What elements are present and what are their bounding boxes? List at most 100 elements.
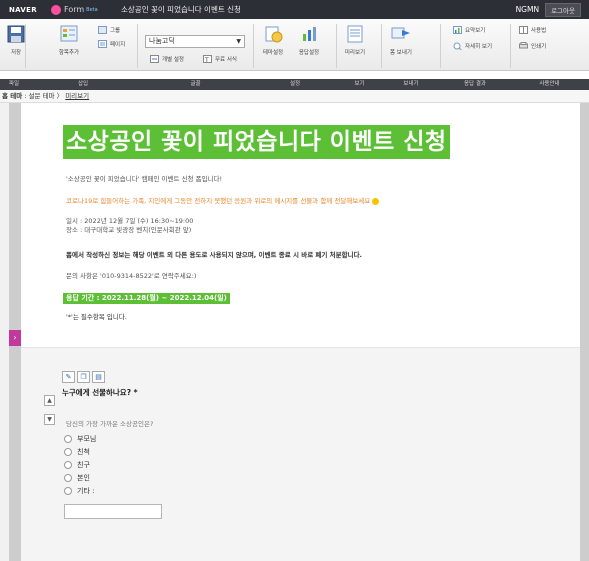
- survey-intro: '소상공인 꽃이 피었습니다' 캠페인 이벤트 신청 폼입니다!: [66, 175, 223, 183]
- group-button[interactable]: 그룹: [98, 26, 120, 34]
- save-icon: [7, 25, 25, 43]
- sun-emoji-icon: [372, 197, 380, 205]
- summary-icon: [453, 26, 462, 34]
- edit-icon[interactable]: ✎: [62, 371, 75, 383]
- ribbon-separator: [510, 24, 511, 68]
- design-settings-button[interactable]: 테마설정: [262, 24, 284, 56]
- ribbon-separator: [137, 24, 138, 68]
- summary-view-button[interactable]: 요약보기: [453, 26, 485, 34]
- group-settings[interactable]: 설정: [253, 79, 337, 90]
- group-file[interactable]: 파일: [0, 79, 28, 90]
- ribbon-separator: [253, 24, 254, 68]
- option-other[interactable]: 기타 :: [64, 486, 94, 496]
- survey-place: 장소 : 대구대학교 빛광장 벤치(인문사회관 앞): [66, 226, 192, 234]
- contact-info: 문의 사항은 '010-9314-8522'로 연락주세요:): [66, 272, 197, 280]
- send-icon: [391, 27, 410, 39]
- summary-view-label: 요약보기: [465, 28, 486, 34]
- print-button[interactable]: 인쇄기: [519, 42, 546, 50]
- move-down-button[interactable]: ▼: [44, 414, 55, 425]
- ribbon-separator: [440, 24, 441, 68]
- required-note: '*'는 필수항목 입니다.: [66, 313, 127, 321]
- move-up-button[interactable]: ▲: [44, 395, 55, 406]
- detail-icon: [453, 42, 462, 50]
- add-item-icon: [60, 25, 78, 42]
- save-label: 저장: [10, 50, 22, 56]
- group-view[interactable]: 보기: [337, 79, 382, 90]
- response-settings-icon: [303, 27, 316, 41]
- save-button[interactable]: 저장: [5, 24, 27, 56]
- question-description: 당신의 가장 가까운 소상공인은?: [66, 420, 154, 428]
- form-preview: 소상공인 꽃이 피었습니다 이벤트 신청 '소상공인 꽃이 피었습니다' 캠페인…: [21, 103, 580, 561]
- chevron-down-icon: ▼: [47, 416, 52, 423]
- send-form-button[interactable]: 폼 보내기: [390, 24, 412, 56]
- option-label: 친구: [77, 461, 90, 469]
- add-item-button[interactable]: 항목추가: [58, 24, 80, 56]
- option-self[interactable]: 본인: [64, 473, 90, 483]
- preview-label: 미리보기: [344, 50, 366, 56]
- option-label: 본인: [77, 474, 90, 482]
- question-block: ✎ ❐ ▤ ▲ ▼ 누구에게 선물하나요? * 당신의 가장 가까운 소상공인은…: [21, 348, 580, 561]
- top-bar: NAVER Form Beta 소상공인 꽃이 피었습니다 이벤트 신청 NGM…: [0, 0, 589, 19]
- chevron-up-icon: ▲: [47, 397, 52, 404]
- group-results[interactable]: 응답 결과: [440, 79, 510, 90]
- page-button[interactable]: 페이지: [98, 40, 125, 48]
- print-icon: [519, 42, 528, 49]
- response-settings-label: 응답설정: [298, 50, 320, 56]
- option-relatives[interactable]: 친척: [64, 447, 90, 457]
- question-toolbar: ✎ ❐ ▤: [62, 371, 107, 383]
- font-select[interactable]: 나눔고딕 ▼: [145, 35, 245, 48]
- option-label: 친척: [77, 448, 90, 456]
- beta-badge: Beta: [86, 6, 98, 13]
- survey-title: 소상공인 꽃이 피었습니다 이벤트 신청: [63, 125, 450, 159]
- format-icon: T: [203, 55, 212, 63]
- question-title: 누구에게 선물하나요? *: [62, 388, 138, 397]
- breadcrumb-section[interactable]: 설문 테마: [29, 92, 55, 100]
- radio-button[interactable]: [64, 435, 72, 443]
- group-send[interactable]: 보내기: [382, 79, 440, 90]
- option-label: 기타 :: [77, 487, 95, 495]
- ribbon-separator: [381, 24, 382, 68]
- copy-icon[interactable]: ❐: [77, 371, 90, 383]
- design-icon: [265, 26, 283, 43]
- group-insert[interactable]: 삽입: [28, 79, 138, 90]
- user-id: NGMN: [515, 5, 540, 14]
- usage-guide-button[interactable]: 사용법: [519, 26, 546, 34]
- form-logo-icon: [51, 4, 61, 15]
- copy-format-button[interactable]: T 무료 서식: [203, 55, 237, 63]
- radio-button[interactable]: [64, 474, 72, 482]
- form-logo[interactable]: Form Beta: [51, 4, 121, 15]
- group-font[interactable]: 글꼴: [138, 79, 253, 90]
- breadcrumb: 홈 테마 : 설문 테마 〉 미리보기: [0, 90, 589, 103]
- detail-view-label: 자세히 보기: [465, 44, 493, 50]
- svg-text:T: T: [204, 57, 209, 63]
- other-text-input[interactable]: [64, 504, 162, 519]
- breadcrumb-home[interactable]: 홈 테마: [2, 92, 22, 100]
- delete-icon[interactable]: ▤: [92, 371, 105, 383]
- detail-view-button[interactable]: 자세히 보기: [453, 42, 492, 50]
- preview-button[interactable]: 미리보기: [344, 24, 366, 56]
- group-label: 그룹: [110, 28, 121, 34]
- group-guide[interactable]: 사용안내: [510, 79, 589, 90]
- response-period: 응답 기간 : 2022.11.28(월) ~ 2022.12.04(일): [63, 293, 230, 304]
- chevron-down-icon: ▼: [236, 38, 241, 45]
- open-settings-button[interactable]: 개별 설정: [150, 55, 184, 63]
- option-friend[interactable]: 친구: [64, 460, 90, 470]
- radio-button[interactable]: [64, 461, 72, 469]
- ribbon-group-bar: 파일 삽입 글꼴 설정 보기 보내기 응답 결과 사용안내: [0, 79, 589, 90]
- side-panel-toggle[interactable]: ›: [9, 330, 21, 346]
- usage-guide-label: 사용법: [531, 28, 547, 34]
- breadcrumb-current[interactable]: 미리보기: [65, 92, 89, 100]
- response-settings-button[interactable]: 응답설정: [298, 24, 320, 56]
- radio-button[interactable]: [64, 487, 72, 495]
- option-parents[interactable]: 부모님: [64, 434, 96, 444]
- add-item-label: 항목추가: [58, 50, 80, 56]
- form-logo-text: Form: [64, 5, 85, 14]
- ribbon-separator: [336, 24, 337, 68]
- design-settings-label: 테마설정: [262, 50, 284, 56]
- ribbon-toolbar: [0, 19, 589, 71]
- logout-button[interactable]: 로그아웃: [545, 2, 581, 17]
- copy-format-label: 무료 서식: [215, 57, 237, 63]
- radio-button[interactable]: [64, 448, 72, 456]
- open-settings-label: 개별 설정: [162, 57, 184, 63]
- naver-logo[interactable]: NAVER: [9, 6, 51, 14]
